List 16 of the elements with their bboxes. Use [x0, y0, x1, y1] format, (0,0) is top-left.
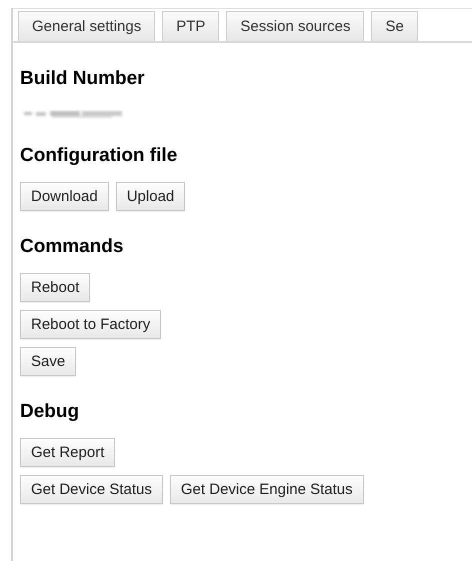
- section-heading: Debug: [20, 400, 80, 423]
- action-button[interactable]: Save: [20, 347, 76, 376]
- section-heading: Commands: [20, 235, 124, 258]
- tab[interactable]: General settings: [18, 11, 156, 41]
- tab[interactable]: Session sources: [226, 11, 364, 41]
- action-button[interactable]: Reboot: [20, 273, 90, 302]
- action-button[interactable]: Reboot to Factory: [20, 310, 162, 339]
- section-heading: Configuration file: [20, 144, 178, 167]
- action-button[interactable]: Upload: [116, 182, 186, 211]
- action-button[interactable]: Get Device Status: [20, 475, 163, 504]
- action-button[interactable]: Get Report: [20, 438, 116, 467]
- action-button[interactable]: Download: [20, 182, 109, 211]
- section-heading: Build Number: [20, 67, 146, 90]
- tab[interactable]: Se: [371, 11, 418, 41]
- action-button[interactable]: Get Device Engine Status: [170, 475, 364, 504]
- tab[interactable]: PTP: [162, 11, 220, 41]
